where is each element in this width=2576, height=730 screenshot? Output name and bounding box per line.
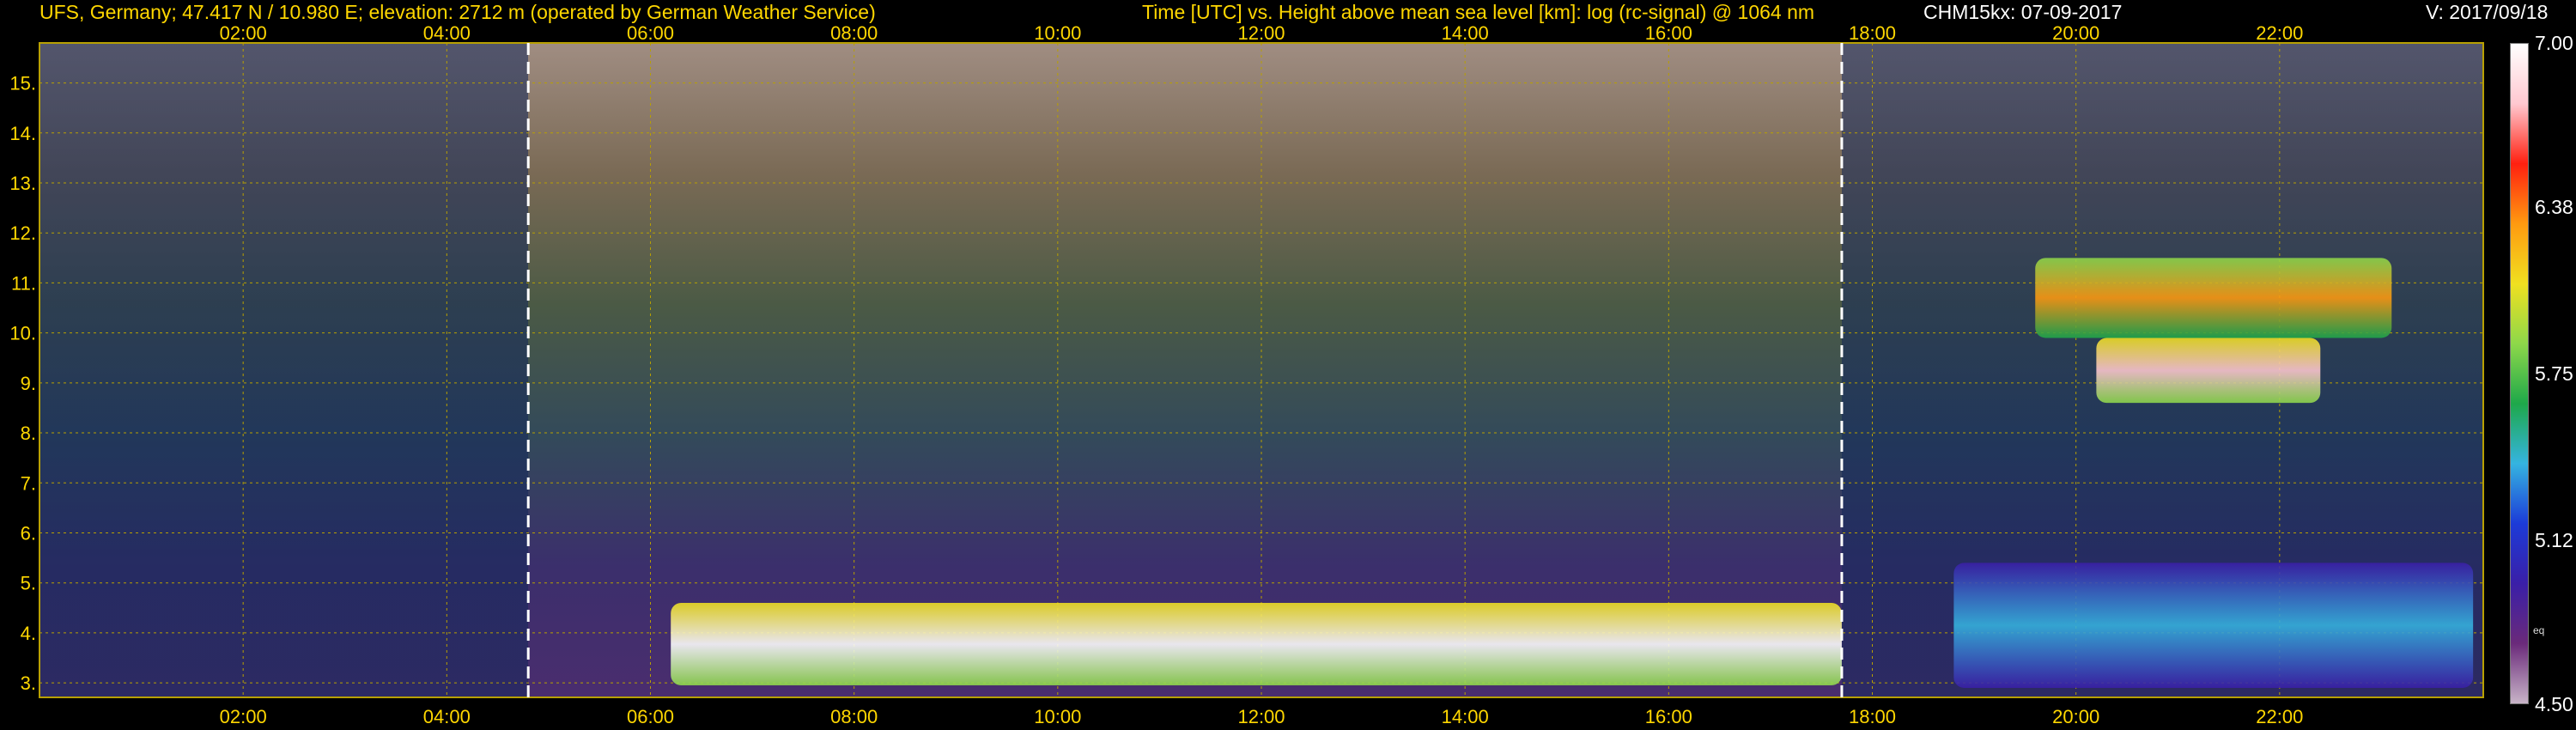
- x-tick-label-bottom: 10:00: [1034, 706, 1081, 727]
- y-tick-label: 9.: [21, 373, 36, 394]
- y-tick-label: 12.: [9, 222, 36, 244]
- feature-cirrus-layer-lower: [2096, 338, 2321, 404]
- feature-layer: [671, 258, 2474, 688]
- x-tick-label-bottom: 04:00: [423, 706, 471, 727]
- feature-boundary-layer-aerosol: [671, 602, 1842, 686]
- x-tick-label-top: 02:00: [220, 22, 267, 44]
- feature-evening-mixed-layer: [1953, 563, 2474, 688]
- colorbar: [2510, 43, 2529, 704]
- y-tick-label: 13.: [9, 173, 36, 194]
- x-tick-label-bottom: 06:00: [627, 706, 674, 727]
- y-tick-label: 5.: [21, 573, 36, 594]
- y-tick-label: 6.: [21, 522, 36, 544]
- x-tick-label-bottom: 12:00: [1237, 706, 1285, 727]
- x-tick-label-top: 20:00: [2052, 22, 2099, 44]
- colorbar-tick-label: 7.00: [2535, 32, 2573, 54]
- y-tick-label: 7.: [21, 472, 36, 494]
- x-tick-label-top: 22:00: [2256, 22, 2303, 44]
- x-tick-label-bottom: 14:00: [1442, 706, 1489, 727]
- x-tick-label-bottom: 02:00: [220, 706, 267, 727]
- x-tick-label-bottom: 18:00: [1849, 706, 1896, 727]
- colorbar-extra-label: eq: [2533, 624, 2545, 636]
- colorbar-tick-label: 5.12: [2535, 529, 2573, 552]
- x-tick-label-top: 18:00: [1849, 22, 1896, 44]
- y-tick-label: 4.: [21, 623, 36, 644]
- chart-overlay: 02:00 02:00 04:00 04:00 06:00 06:00 08:00 08:00…: [9, 22, 2484, 727]
- colorbar-tick-label: 5.75: [2535, 362, 2573, 385]
- y-tick-label: 3.: [21, 672, 36, 694]
- feature-cirrus-layer-upper: [2035, 258, 2392, 338]
- colorbar-tick-label: 4.50: [2535, 693, 2573, 715]
- colorbar-tick-label: 6.38: [2535, 195, 2573, 218]
- x-tick-label-top: 04:00: [423, 22, 471, 44]
- x-tick-label-top: 10:00: [1034, 22, 1081, 44]
- x-tick-label-bottom: 22:00: [2256, 706, 2303, 727]
- x-tick-label-bottom: 20:00: [2052, 706, 2099, 727]
- x-tick-label-top: 06:00: [627, 22, 674, 44]
- y-tick-label: 10.: [9, 323, 36, 344]
- y-tick-label: 14.: [9, 123, 36, 144]
- sun-marker-layer: [526, 43, 1844, 697]
- x-tick-label-top: 08:00: [830, 22, 878, 44]
- x-tick-label-top: 12:00: [1237, 22, 1285, 44]
- x-tick-label-bottom: 08:00: [830, 706, 878, 727]
- y-tick-label: 8.: [21, 423, 36, 444]
- x-tick-label-top: 14:00: [1442, 22, 1489, 44]
- y-tick-label: 15.: [9, 73, 36, 94]
- x-tick-label-top: 16:00: [1645, 22, 1692, 44]
- y-tick-label: 11.: [11, 272, 36, 294]
- x-tick-label-bottom: 16:00: [1645, 706, 1692, 727]
